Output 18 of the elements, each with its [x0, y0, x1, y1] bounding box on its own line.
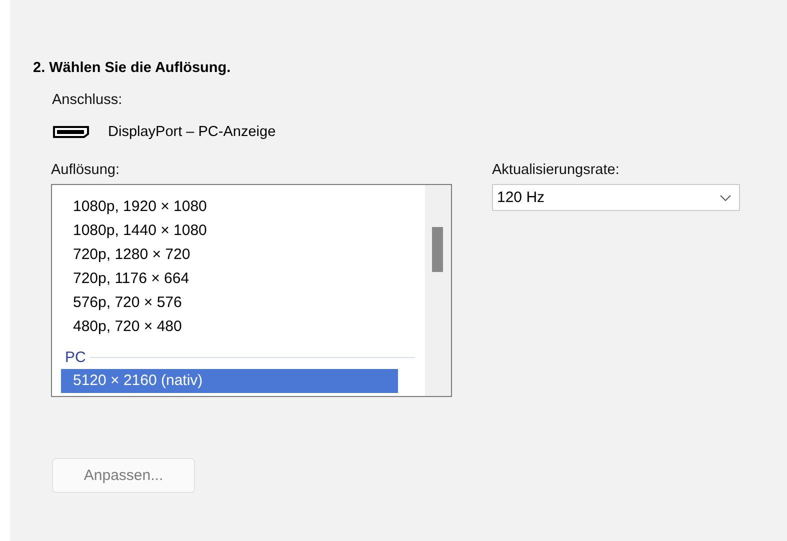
chevron-down-icon [720, 194, 731, 200]
resolution-option[interactable]: 1080p, 1440 × 1080 [61, 219, 398, 243]
resolution-option[interactable]: 720p, 1176 × 664 [61, 267, 398, 291]
refresh-rate-dropdown[interactable]: 120 Hz [492, 184, 740, 211]
group-header: PC [65, 348, 86, 366]
refresh-rate-label: Aktualisierungsrate: [492, 162, 620, 180]
connection-name: DisplayPort – PC-Anzeige [108, 124, 276, 140]
resolution-option[interactable]: 480p, 720 × 480 [61, 315, 398, 339]
resolution-list[interactable]: 1080p, 1920 × 1080 1080p, 1440 × 1080 720p, 1280 × 720 720p, 1176 × 664 576p, 720 × 576 480p, 720 × 480 PC 5120 × 2160 (nativ) [51, 184, 452, 397]
connection-label: Anschluss: [52, 92, 124, 110]
section-heading: 2. Wählen Sie die Auflösung. [33, 60, 232, 78]
resolution-label: Auflösung: [51, 162, 121, 180]
scrollbar[interactable] [425, 185, 451, 396]
resolution-option[interactable]: 720p, 1280 × 720 [61, 243, 398, 267]
resolution-option[interactable]: 5120 × 2160 (nativ) [61, 369, 398, 393]
resolution-option[interactable]: 576p, 720 × 576 [61, 291, 398, 315]
resolution-option[interactable]: 1080p, 1920 × 1080 [61, 195, 398, 219]
displayport-icon [53, 126, 89, 138]
